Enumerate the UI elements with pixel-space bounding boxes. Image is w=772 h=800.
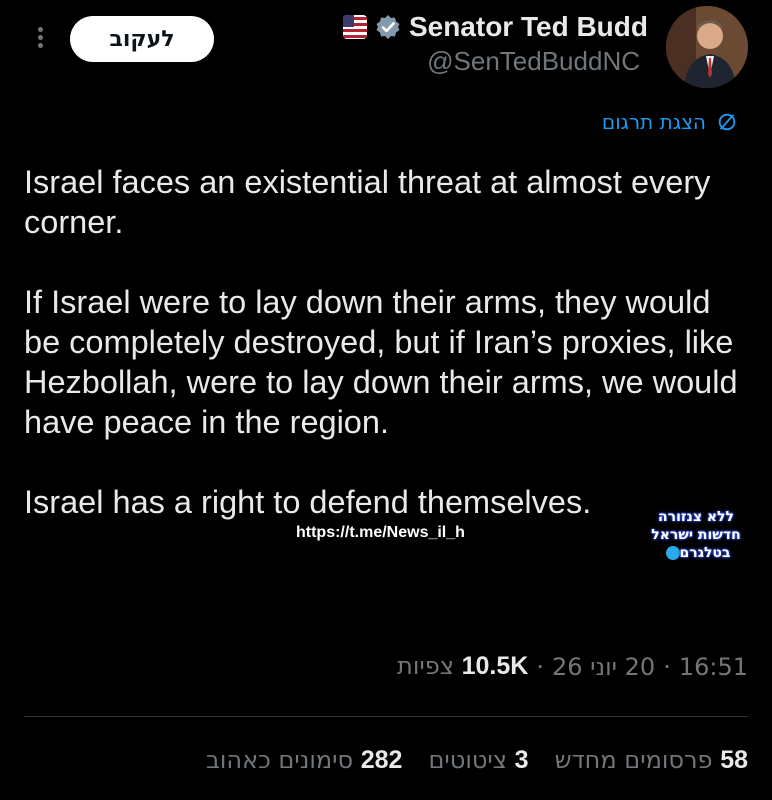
globe-icon [718, 113, 736, 131]
reposts-stat[interactable]: 58 פרסומים מחדש [555, 746, 748, 775]
separator-dot: · [536, 652, 544, 681]
tweet-date[interactable]: 20 יוני 26 [552, 653, 655, 681]
us-flag-icon [342, 15, 367, 39]
more-options-icon[interactable] [30, 24, 50, 54]
telegram-link-overlay[interactable]: https://t.me/News_il_h [296, 524, 465, 542]
author-display-name[interactable]: Senator Ted Budd [409, 11, 648, 43]
reposts-count: 58 [720, 746, 748, 774]
quotes-stat[interactable]: 3 ציטוטים [428, 746, 528, 775]
views: 10.5K צפיות [397, 652, 528, 681]
tweet-paragraph: Israel has a right to defend themselves. [24, 484, 592, 520]
tweet-paragraph: If Israel were to lay down their arms, t… [24, 284, 738, 440]
likes-stat[interactable]: 282 סימונים כאהוב [206, 746, 403, 775]
views-label: צפיות [397, 652, 454, 680]
avatar[interactable] [666, 6, 748, 88]
show-translation-label: הצגת תרגום [601, 110, 706, 134]
tweet-meta: 16:51 · 20 יוני 26 · 10.5K צפיות [397, 652, 748, 681]
quotes-count: 3 [514, 746, 529, 774]
tweet-paragraph: Israel faces an existential threat at al… [24, 164, 711, 240]
author-handle[interactable]: @SenTedBuddNC [427, 46, 640, 77]
verified-badge-icon[interactable] [375, 14, 401, 40]
watermark-line: ללא צנזורה [658, 509, 734, 525]
show-translation-link[interactable]: הצגת תרגום [602, 110, 738, 134]
watermark-line: חדשות ישראל [651, 527, 741, 543]
author-name-row: Senator Ted Budd [342, 10, 648, 44]
likes-count: 282 [360, 746, 403, 774]
tweet-text: Israel faces an existential threat at al… [24, 162, 752, 562]
tweet-time[interactable]: 16:51 [679, 653, 748, 681]
telegram-icon [665, 546, 680, 560]
quotes-label: ציטוטים [428, 746, 508, 774]
watermark-line: בטלגרם [679, 545, 731, 561]
views-count: 10.5K [461, 652, 529, 680]
channel-watermark: ללא צנזורה חדשות ישראל בטלגרם [644, 508, 748, 562]
reposts-label: פרסומים מחדש [554, 746, 713, 774]
separator-dot: · [663, 652, 671, 681]
engagement-stats: 58 פרסומים מחדש 3 ציטוטים 282 סימונים כא… [206, 746, 748, 775]
follow-button[interactable]: לעקוב [70, 16, 214, 62]
likes-label: סימונים כאהוב [205, 746, 354, 774]
divider [24, 716, 748, 717]
